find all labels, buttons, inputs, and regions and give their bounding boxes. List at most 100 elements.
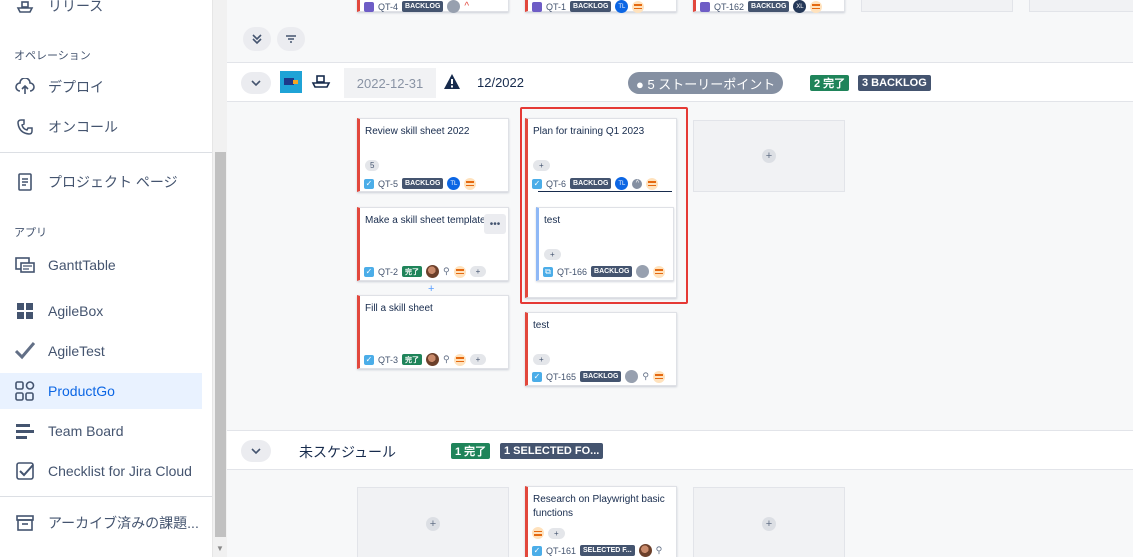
section-title-apps: アプリ xyxy=(14,227,47,239)
release-ship-icon xyxy=(311,72,331,95)
avatar xyxy=(426,265,440,278)
highlight-box xyxy=(520,107,688,304)
sidebar: リリース オペレーション デプロイ オンコール プロジェクト ページ アプリ G… xyxy=(0,0,212,557)
story-points-chip: 5 xyxy=(365,160,380,171)
sidebar-item-agilebox[interactable]: AgileBox xyxy=(0,293,202,329)
sidebar-item-team-board[interactable]: Team Board xyxy=(0,413,202,449)
add-card-button[interactable]: + xyxy=(762,149,776,163)
issue-card-qt-2[interactable]: Make a skill sheet template ••• ✓ QT-2 完… xyxy=(357,207,509,281)
issue-key[interactable]: QT-165 xyxy=(546,372,576,382)
gantt-icon xyxy=(14,254,36,276)
sidebar-item-label: Team Board xyxy=(48,423,124,439)
phone-icon xyxy=(14,116,36,138)
priority-medium-icon xyxy=(532,527,544,539)
sprint-date[interactable]: 2022-12-31 xyxy=(344,68,436,98)
issue-card-qt-1[interactable]: QT-1 BACKLOG TL xyxy=(525,0,677,13)
empty-slot[interactable]: + xyxy=(357,487,509,557)
empty-slot[interactable] xyxy=(861,0,1013,12)
priority-medium-icon xyxy=(453,265,466,278)
issue-key[interactable]: QT-4 xyxy=(378,2,398,12)
empty-slot[interactable]: + xyxy=(693,120,845,192)
status-tag: BACKLOG xyxy=(402,178,444,189)
task-icon: ✓ xyxy=(364,354,374,365)
sidebar-item-productgo[interactable]: ProductGo xyxy=(0,373,202,409)
sidebar-item-label: プロジェクト ページ xyxy=(48,174,178,190)
issue-key[interactable]: QT-3 xyxy=(378,355,398,365)
sidebar-item-label: デプロイ xyxy=(48,79,104,95)
issue-key[interactable]: QT-162 xyxy=(714,2,744,12)
issue-key[interactable]: QT-5 xyxy=(378,179,398,189)
hierarchy-icon: ⚲ xyxy=(443,354,450,364)
add-card-button[interactable]: + xyxy=(762,517,776,531)
status-tag: BACKLOG xyxy=(570,1,612,12)
collapse-unscheduled-button[interactable] xyxy=(241,440,271,462)
sidebar-item-oncall[interactable]: オンコール xyxy=(0,109,202,145)
sidebar-item-label: GanttTable xyxy=(48,257,116,273)
sidebar-item-gantttable[interactable]: GanttTable xyxy=(0,247,202,283)
expand-all-button[interactable] xyxy=(243,27,271,51)
sidebar-item-releases[interactable]: リリース xyxy=(0,0,202,24)
empty-slot[interactable]: + xyxy=(693,487,845,557)
sidebar-item-label: ProductGo xyxy=(48,383,115,399)
add-card-button[interactable]: + xyxy=(426,517,440,531)
task-icon: ✓ xyxy=(532,371,542,382)
done-count-badge: 1 完了 xyxy=(451,443,491,459)
grid-icon xyxy=(14,300,36,322)
unassigned-avatar-icon xyxy=(625,370,639,383)
add-story-points-button[interactable]: + xyxy=(469,354,487,365)
card-title: Research on Playwright basic functions xyxy=(533,494,665,519)
sidebar-item-checklist[interactable]: Checklist for Jira Cloud xyxy=(0,453,202,489)
epic-icon xyxy=(364,1,374,12)
scroll-down-arrow-icon[interactable]: ▼ xyxy=(216,544,224,553)
issue-key[interactable]: QT-161 xyxy=(546,546,576,556)
hierarchy-icon: ⚲ xyxy=(642,371,649,381)
add-story-points-button[interactable]: + xyxy=(469,266,487,277)
cloud-upload-icon xyxy=(14,76,36,98)
status-tag: BACKLOG xyxy=(580,371,622,382)
sidebar-item-archive[interactable]: アーカイブ済みの課題... xyxy=(0,505,202,541)
priority-medium-icon xyxy=(464,177,477,190)
priority-medium-icon xyxy=(653,370,665,383)
sidebar-item-label: AgileBox xyxy=(48,303,104,319)
check-mark-icon xyxy=(14,340,36,362)
issue-card-qt-161[interactable]: Research on Playwright basic functions +… xyxy=(525,486,677,557)
priority-medium-icon xyxy=(810,0,823,13)
more-options-button[interactable]: ••• xyxy=(484,214,506,234)
issue-card-qt-165[interactable]: test + ✓ QT-165 BACKLOG ⚲ xyxy=(525,312,677,386)
sidebar-scrollbar[interactable]: ▼ xyxy=(212,0,227,557)
story-points-pill: ● 5 ストーリーポイント xyxy=(628,72,784,94)
avatar xyxy=(638,544,652,557)
sidebar-item-agiletest[interactable]: AgileTest xyxy=(0,333,202,369)
issue-key[interactable]: QT-1 xyxy=(546,2,566,12)
issue-card-qt-5[interactable]: Review skill sheet 2022 5 ✓ QT-5 BACKLOG… xyxy=(357,118,509,192)
task-icon: ✓ xyxy=(364,178,374,189)
double-chevron-down-icon xyxy=(252,34,262,45)
sidebar-item-deploy[interactable]: デプロイ xyxy=(0,69,202,105)
add-story-points-button[interactable]: + xyxy=(548,527,565,539)
status-tag: BACKLOG xyxy=(748,1,790,12)
checklist-icon xyxy=(14,460,36,482)
hierarchy-icon: ⚲ xyxy=(655,545,663,555)
issue-card-qt-4[interactable]: QT-4 BACKLOG ^ xyxy=(357,0,509,13)
priority-highest-icon: ^ xyxy=(464,1,470,12)
priority-medium-icon xyxy=(632,0,645,13)
collapse-sprint-button[interactable] xyxy=(241,72,271,94)
issue-card-qt-162[interactable]: QT-162 BACKLOG XL xyxy=(693,0,845,13)
empty-slot[interactable] xyxy=(1029,0,1133,12)
board-main: QT-4 BACKLOG ^ QT-1 BACKLOG TL QT-162 BA… xyxy=(227,0,1133,557)
add-story-points-button[interactable]: + xyxy=(533,354,550,365)
card-title: test xyxy=(533,320,550,331)
filter-button[interactable] xyxy=(277,27,305,51)
issue-card-qt-3[interactable]: Fill a skill sheet ✓ QT-3 完了 ⚲ + xyxy=(357,295,509,369)
status-tag: BACKLOG xyxy=(402,1,444,12)
sidebar-item-project-page[interactable]: プロジェクト ページ xyxy=(0,164,202,200)
avatar xyxy=(447,0,461,13)
issue-key[interactable]: QT-2 xyxy=(378,267,398,277)
add-card-between-button[interactable]: + xyxy=(428,283,434,295)
task-icon: ✓ xyxy=(532,545,542,556)
scrollbar-thumb[interactable] xyxy=(215,152,226,537)
priority-medium-icon xyxy=(453,353,466,366)
status-tag: 完了 xyxy=(402,266,423,277)
card-title: Fill a skill sheet xyxy=(365,303,433,314)
done-count-badge: 2 完了 xyxy=(810,75,850,91)
